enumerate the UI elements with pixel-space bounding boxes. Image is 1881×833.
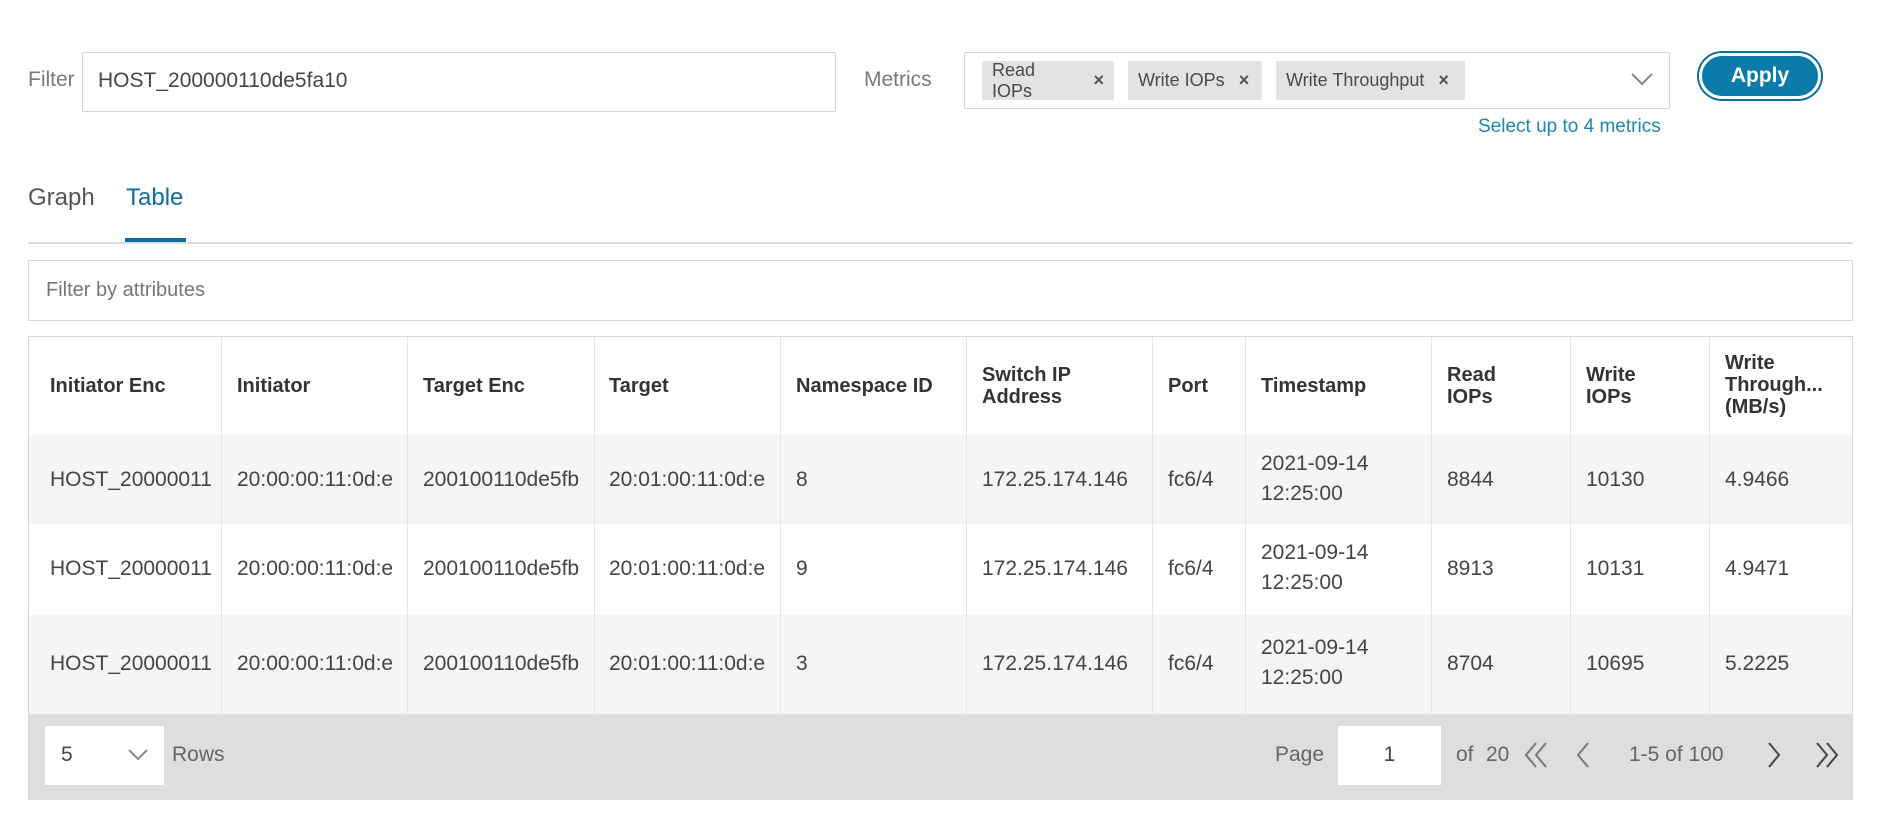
cell-target-enc: 200100110de5fb [423, 652, 580, 675]
col-header-switch-ip[interactable]: Switch IP Address [982, 364, 1071, 408]
cell-timestamp: 2021-09-14 12:25:00 [1261, 452, 1369, 505]
last-page-icon[interactable] [1813, 740, 1841, 770]
col-header-port[interactable]: Port [1168, 375, 1208, 397]
tab-table[interactable]: Table [126, 184, 183, 212]
column-divider [966, 337, 967, 714]
total-pages: 20 [1486, 743, 1510, 766]
metric-chip-write-iops: Write IOPs × [1128, 61, 1262, 100]
cell-switch-ip: 172.25.174.146 [982, 652, 1128, 675]
table-row[interactable]: HOST_20000011 20:00:00:11:0d:e 200100110… [29, 435, 1852, 524]
cell-target-enc: 200100110de5fb [423, 557, 580, 580]
cell-initiator-enc: HOST_20000011 [50, 468, 212, 491]
page-label: Page [1275, 743, 1325, 766]
column-divider [1570, 337, 1571, 714]
table-footer: 5 Rows Page 1 of 20 1-5 of 100 [29, 714, 1852, 800]
metric-chip-read-iops: Read IOPs × [982, 59, 1114, 101]
cell-initiator: 20:00:00:11:0d:e [237, 557, 394, 580]
column-divider [1152, 337, 1153, 714]
rows-label: Rows [172, 743, 225, 766]
col-header-write-throughput[interactable]: Write Through... (MB/s) [1725, 352, 1823, 418]
filter-input-value: HOST_200000110de5fa10 [98, 69, 348, 92]
col-header-timestamp[interactable]: Timestamp [1261, 375, 1366, 397]
apply-button[interactable]: Apply [1699, 53, 1821, 99]
metrics-label: Metrics [864, 68, 932, 91]
col-header-initiator-enc[interactable]: Initiator Enc [50, 375, 166, 397]
cell-write-iops: 10695 [1586, 652, 1645, 675]
column-divider [1709, 337, 1710, 714]
cell-write-throughput: 4.9466 [1725, 468, 1790, 491]
page-number-input[interactable]: 1 [1338, 726, 1441, 785]
tab-divider [28, 242, 1853, 244]
cell-namespace-id: 3 [796, 652, 808, 675]
table-row[interactable]: HOST_20000011 20:00:00:11:0d:e 200100110… [29, 524, 1852, 615]
cell-initiator-enc: HOST_20000011 [50, 557, 212, 580]
cell-initiator: 20:00:00:11:0d:e [237, 468, 394, 491]
cell-read-iops: 8844 [1447, 468, 1494, 491]
column-divider [1245, 337, 1246, 714]
cell-write-iops: 10131 [1586, 557, 1645, 580]
cell-initiator: 20:00:00:11:0d:e [237, 652, 394, 675]
cell-initiator-enc: HOST_20000011 [50, 652, 212, 675]
rows-per-page-select[interactable]: 5 [45, 726, 164, 785]
cell-switch-ip: 172.25.174.146 [982, 468, 1128, 491]
cell-port: fc6/4 [1168, 557, 1214, 580]
next-page-icon[interactable] [1765, 740, 1783, 770]
cell-timestamp: 2021-09-14 12:25:00 [1261, 636, 1369, 689]
metric-chip-write-throughput: Write Throughput × [1276, 61, 1465, 100]
col-header-target-enc[interactable]: Target Enc [423, 375, 525, 397]
table-row[interactable]: HOST_20000011 20:00:00:11:0d:e 200100110… [29, 615, 1852, 714]
col-header-write-iops[interactable]: Write IOPs [1586, 364, 1636, 408]
metrics-hint: Select up to 4 metrics [1478, 116, 1661, 137]
filter-label: Filter [28, 68, 75, 91]
metric-chip-label: Read IOPs [992, 59, 1036, 101]
data-table: Initiator Enc Initiator Target Enc Targe… [28, 336, 1853, 800]
attribute-filter-placeholder: Filter by attributes [46, 279, 205, 301]
tab-graph[interactable]: Graph [28, 184, 95, 212]
col-header-read-iops[interactable]: Read IOPs [1447, 364, 1496, 408]
table-header: Initiator Enc Initiator Target Enc Targe… [29, 337, 1852, 435]
cell-port: fc6/4 [1168, 468, 1214, 491]
cell-switch-ip: 172.25.174.146 [982, 557, 1128, 580]
cell-namespace-id: 9 [796, 557, 808, 580]
cell-read-iops: 8704 [1447, 652, 1494, 675]
col-header-namespace-id[interactable]: Namespace ID [796, 375, 933, 397]
column-divider [594, 337, 595, 714]
cell-read-iops: 8913 [1447, 557, 1494, 580]
page-range: 1-5 of 100 [1629, 743, 1724, 766]
column-divider [221, 337, 222, 714]
page-number-value: 1 [1383, 743, 1396, 766]
col-header-initiator[interactable]: Initiator [237, 375, 310, 397]
cell-target-enc: 200100110de5fb [423, 468, 580, 491]
rows-per-page-value: 5 [61, 743, 73, 766]
attribute-filter-input[interactable]: Filter by attributes [28, 260, 1853, 321]
cell-write-throughput: 5.2225 [1725, 652, 1790, 675]
filter-input[interactable]: HOST_200000110de5fa10 [82, 52, 836, 112]
cell-write-throughput: 4.9471 [1725, 557, 1790, 580]
cell-target: 20:01:00:11:0d:e [609, 557, 766, 580]
cell-namespace-id: 8 [796, 468, 808, 491]
cell-port: fc6/4 [1168, 652, 1214, 675]
cell-timestamp: 2021-09-14 12:25:00 [1261, 541, 1369, 594]
remove-chip-icon[interactable]: × [1239, 70, 1250, 91]
cell-target: 20:01:00:11:0d:e [609, 652, 766, 675]
remove-chip-icon[interactable]: × [1438, 70, 1449, 91]
metric-chip-label: Write IOPs [1138, 70, 1225, 90]
column-divider [1431, 337, 1432, 714]
column-divider [407, 337, 408, 714]
first-page-icon[interactable] [1522, 740, 1550, 770]
of-label: of [1456, 743, 1474, 766]
column-divider [780, 337, 781, 714]
cell-target: 20:01:00:11:0d:e [609, 468, 766, 491]
remove-chip-icon[interactable]: × [1093, 70, 1104, 91]
cell-write-iops: 10130 [1586, 468, 1645, 491]
metric-chip-label: Write Throughput [1286, 70, 1425, 90]
previous-page-icon[interactable] [1574, 740, 1592, 770]
chevron-down-icon[interactable] [1630, 71, 1654, 87]
metrics-select[interactable]: Read IOPs × Write IOPs × Write Throughpu… [964, 52, 1670, 109]
chevron-down-icon [127, 748, 149, 762]
col-header-target[interactable]: Target [609, 375, 669, 397]
